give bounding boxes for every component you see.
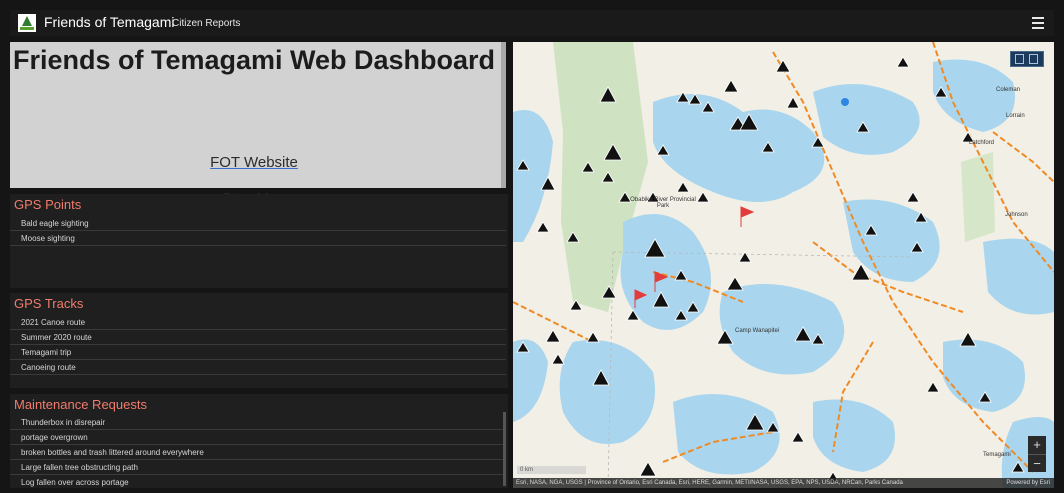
gps-points-panel: GPS Points Bald eagle sighting Moose sig…: [10, 194, 508, 288]
app-header: Friends of Temagami Citizen Reports: [10, 10, 1054, 36]
place-label: Camp Wanapitei: [735, 328, 780, 334]
maintenance-title: Maintenance Requests: [14, 397, 147, 412]
powered-by-esri[interactable]: Powered by Esri: [1006, 478, 1050, 488]
place-label: Coleman: [996, 87, 1021, 93]
list-item[interactable]: Large fallen tree obstructing path: [10, 460, 506, 475]
list-item[interactable]: Canoeing route: [10, 360, 506, 375]
gps-points-title: GPS Points: [14, 197, 82, 212]
zoom-controls: + −: [1028, 436, 1046, 472]
place-label: Temagami: [983, 452, 1011, 458]
place-label: Latchford: [969, 140, 995, 146]
maintenance-requests-panel: Maintenance Requests Thunderbox in disre…: [10, 394, 508, 488]
scale-bar: 0 km: [517, 466, 586, 474]
list-item[interactable]: Thunderbox in disrepair: [10, 415, 506, 430]
zoom-out-button[interactable]: −: [1028, 455, 1046, 473]
hamburger-menu-icon[interactable]: [1032, 17, 1044, 29]
intro-scrollbar[interactable]: [501, 42, 506, 188]
list-item[interactable]: Log fallen over across portage: [10, 475, 506, 488]
fot-website-link-row: FOT Website: [10, 154, 498, 171]
list-item[interactable]: Summer 2020 route: [10, 330, 506, 345]
dashboard-title: Friends of Temagami Web Dashboard: [12, 45, 496, 75]
fot-website-link[interactable]: FOT Website: [210, 154, 298, 171]
fot-logo: [18, 14, 36, 32]
list-item[interactable]: Moose sighting: [10, 231, 506, 246]
map-view[interactable]: Coleman Latchford Johnson Lorrain Obabik…: [513, 42, 1054, 488]
attribution-text: Esri, NASA, NGA, USGS | Province of Onta…: [516, 480, 903, 486]
attribution-bar: Esri, NASA, NGA, USGS | Province of Onta…: [513, 478, 1054, 488]
app-title: Friends of Temagami: [44, 14, 175, 30]
zoom-in-button[interactable]: +: [1028, 436, 1046, 455]
list-item[interactable]: broken bottles and trash littered around…: [10, 445, 506, 460]
basemap: [513, 42, 1054, 488]
app-subtitle: Citizen Reports: [172, 18, 241, 29]
maintenance-scrollbar[interactable]: [503, 412, 506, 486]
place-label: Obabika River Provincial Park: [630, 197, 696, 209]
gps-tracks-title: GPS Tracks: [14, 296, 84, 311]
list-item[interactable]: 2021 Canoe route: [10, 315, 506, 330]
place-label: Johnson: [1005, 212, 1028, 218]
gps-tracks-panel: GPS Tracks 2021 Canoe route Summer 2020 …: [10, 293, 508, 388]
map-widget-toggle[interactable]: [1010, 51, 1044, 67]
list-item[interactable]: Bald eagle sighting: [10, 216, 506, 231]
list-item[interactable]: Temagami trip: [10, 345, 506, 360]
intro-panel: Friends of Temagami Web Dashboard FOT We…: [10, 42, 506, 207]
list-item[interactable]: portage overgrown: [10, 430, 506, 445]
place-label: Lorrain: [1006, 113, 1025, 119]
